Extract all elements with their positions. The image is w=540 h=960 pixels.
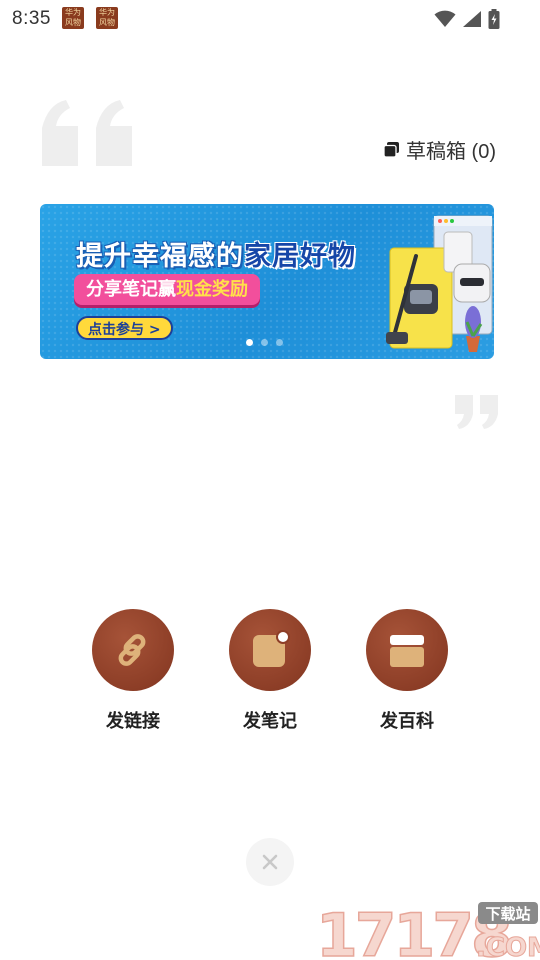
encyclopedia-icon <box>390 635 424 667</box>
drafts-box-button[interactable]: 草稿箱 (0) <box>383 136 496 163</box>
banner-pagination <box>246 339 283 346</box>
note-icon <box>253 630 290 667</box>
close-button[interactable] <box>246 838 294 886</box>
watermark-logo: 17178 下载站 .COM <box>315 898 540 960</box>
post-link-circle <box>92 609 174 691</box>
app-notification-icon: 华为 风物 <box>96 7 118 29</box>
home-appliances-illustration <box>386 215 493 352</box>
close-icon <box>262 854 278 870</box>
banner-title: 提升幸福感的家居好物 <box>76 241 356 272</box>
svg-text:下载站: 下载站 <box>485 905 530 923</box>
status-icons <box>434 8 500 30</box>
status-bar: 8:35 华为 风物 华为 风物 <box>0 0 540 38</box>
pagination-dot[interactable] <box>261 339 268 346</box>
post-note-label: 发笔记 <box>243 711 297 732</box>
post-note-circle <box>229 609 311 691</box>
post-link-button[interactable]: 发链接 <box>83 609 183 733</box>
banner-join-button[interactable]: 点击参与 > <box>76 316 173 340</box>
wifi-icon <box>434 10 456 27</box>
status-time: 8:35 <box>12 8 51 29</box>
pagination-dot[interactable] <box>276 339 283 346</box>
app-notification-icon: 华为 风物 <box>62 7 84 29</box>
signal-icon <box>463 11 481 27</box>
post-encyclopedia-label: 发百科 <box>380 711 434 732</box>
watermark-graphic: 17178 下载站 .COM <box>315 900 540 960</box>
post-link-label: 发链接 <box>106 711 160 732</box>
promo-banner[interactable]: 提升幸福感的家居好物 分享笔记赢现金奖励 点击参与 > <box>40 204 494 359</box>
pagination-dot[interactable] <box>246 339 253 346</box>
close-quote-icon <box>455 395 498 429</box>
battery-charging-icon <box>488 9 500 29</box>
post-encyclopedia-circle <box>366 609 448 691</box>
banner-subtitle: 分享笔记赢现金奖励 <box>74 274 260 305</box>
drafts-label: 草稿箱 (0) <box>406 140 496 163</box>
drafts-box-icon <box>383 141 399 158</box>
svg-text:.COM: .COM <box>476 933 540 960</box>
link-icon <box>118 634 146 666</box>
post-encyclopedia-button[interactable]: 发百科 <box>357 609 457 733</box>
post-note-button[interactable]: 发笔记 <box>220 609 320 733</box>
open-quote-icon <box>42 100 132 166</box>
